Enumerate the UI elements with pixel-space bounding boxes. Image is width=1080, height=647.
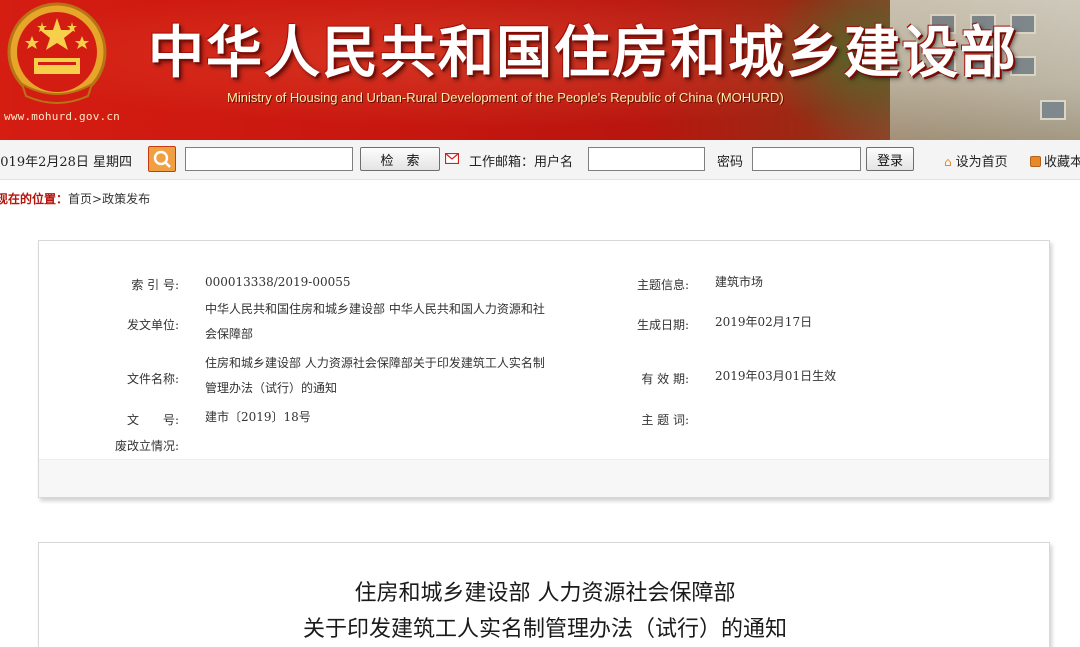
site-banner: www.mohurd.gov.cn 中华人民共和国住房和城乡建设部 Minist…	[0, 0, 1080, 140]
document-body-card: 住房和城乡建设部 人力资源社会保障部 关于印发建筑工人实名制管理办法（试行）的通…	[38, 542, 1050, 647]
topic-label: 主题信息:	[636, 278, 689, 292]
toolbar: 2019年2月28日 星期四 检 索 工作邮箱：用户名 密码 登录 ⌂ 设为首页 …	[0, 140, 1080, 180]
search-icon[interactable]	[148, 146, 176, 172]
site-title-en: Ministry of Housing and Urban-Rural Deve…	[227, 90, 784, 105]
index-value: 000013338/2019-00055	[205, 275, 351, 289]
search-input[interactable]	[185, 147, 353, 171]
site-title-cn: 中华人民共和国住房和城乡建设部	[148, 21, 1018, 86]
filename-value: 住房和城乡建设部 人力资源社会保障部关于印发建筑工人实名制管理办法（试行）的通知	[205, 356, 545, 395]
favorite-label: 收藏本	[1044, 155, 1080, 170]
topic-value: 建筑市场	[715, 275, 764, 289]
login-button[interactable]: 登录	[866, 147, 914, 171]
index-label: 索 引 号:	[131, 278, 179, 292]
document-title-line-1: 住房和城乡建设部 人力资源社会保障部	[354, 581, 736, 606]
created-label: 生成日期:	[636, 318, 689, 332]
site-url: www.mohurd.gov.cn	[4, 110, 120, 123]
mail-icon	[445, 153, 459, 164]
mail-username-label: 工作邮箱：用户名	[469, 155, 574, 170]
set-home-link[interactable]: ⌂ 设为首页	[944, 151, 1008, 170]
password-label: 密码	[717, 155, 744, 170]
favorite-icon	[1030, 156, 1041, 167]
created-value: 2019年02月17日	[715, 315, 813, 329]
filename-label: 文件名称:	[126, 372, 179, 386]
building-window	[1040, 100, 1066, 120]
docno-label: 文 号:	[126, 413, 179, 427]
breadcrumb-path[interactable]: 首页>政策发布	[68, 192, 150, 206]
search-button[interactable]: 检 索	[360, 147, 440, 171]
national-emblem-icon	[7, 2, 107, 104]
issuer-label: 发文单位:	[126, 318, 179, 332]
document-info-card: 索 引 号: 000013338/2019-00055 发文单位: 中华人民共和…	[38, 240, 1050, 498]
current-date: 2019年2月28日 星期四	[0, 155, 133, 170]
breadcrumb-prefix: 现在的位置：	[0, 192, 69, 206]
breadcrumb: 现在的位置：首页>政策发布	[0, 190, 150, 207]
document-title-line-2: 关于印发建筑工人实名制管理办法（试行）的通知	[302, 617, 787, 642]
favorite-link[interactable]: 收藏本	[1030, 151, 1080, 170]
keyword-label: 主 题 词:	[641, 413, 689, 427]
status-label: 废改立情况:	[114, 439, 179, 453]
issuer-value: 中华人民共和国住房和城乡建设部 中华人民共和国人力资源和社会保障部	[205, 302, 545, 341]
card-footer	[39, 459, 1049, 497]
valid-label: 有 效 期:	[641, 372, 689, 386]
password-input[interactable]	[752, 147, 861, 171]
docno-value: 建市〔2019〕18号	[205, 410, 311, 424]
home-icon: ⌂	[944, 155, 952, 169]
set-home-label: 设为首页	[955, 155, 1008, 170]
username-input[interactable]	[588, 147, 705, 171]
valid-value: 2019年03月01日生效	[715, 369, 837, 383]
